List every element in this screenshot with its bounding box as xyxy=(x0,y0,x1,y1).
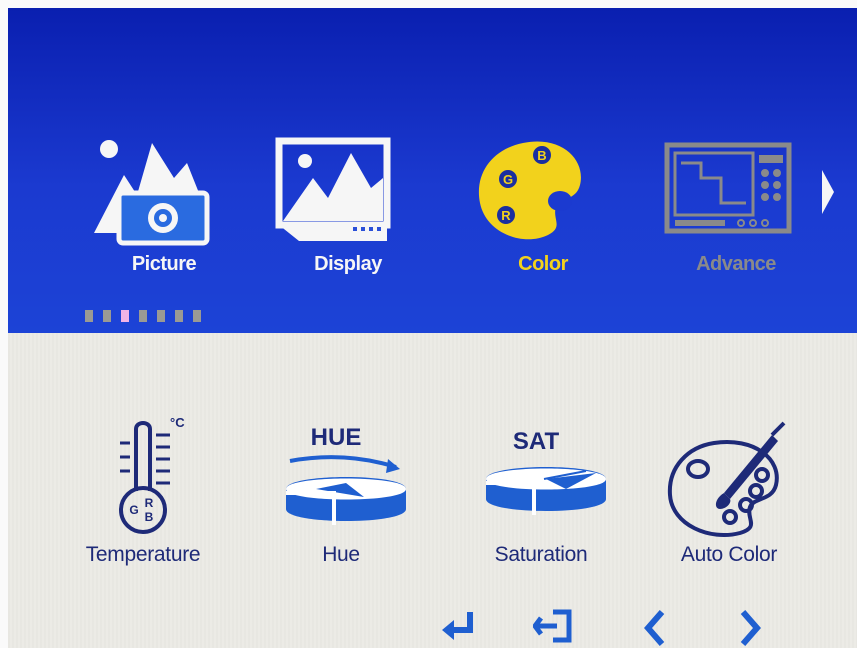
color-palette-icon: B G R xyxy=(478,141,581,240)
item-label-hue: Hue xyxy=(322,543,360,566)
tab-label-advance: Advance xyxy=(696,253,776,275)
item-label-auto-color: Auto Color xyxy=(680,543,778,566)
main-menu-bar: Picture Display B G R Color Advance xyxy=(8,8,857,333)
page-dot xyxy=(139,310,147,322)
next-page-arrow-icon[interactable] xyxy=(820,168,836,216)
palette-letter-b: B xyxy=(537,148,546,163)
chevron-left-icon[interactable] xyxy=(640,608,670,648)
auto-color-palette-icon xyxy=(667,421,786,538)
enter-icon[interactable] xyxy=(440,608,480,644)
color-item-saturation[interactable]: SAT Saturation xyxy=(456,413,626,583)
thermometer-icon: °C G R B xyxy=(119,415,185,534)
color-item-hue[interactable]: HUE Hue xyxy=(256,413,426,583)
palette-letter-r: R xyxy=(501,208,511,223)
tab-color[interactable]: B G R Color xyxy=(468,123,618,283)
page-dot xyxy=(103,310,111,322)
page-dot xyxy=(157,310,165,322)
temperature-badge-g: G xyxy=(129,503,138,517)
hue-icon: HUE xyxy=(286,424,406,525)
tab-display[interactable]: Display xyxy=(273,123,423,283)
exit-icon[interactable] xyxy=(533,608,573,644)
color-item-temperature[interactable]: °C G R B Temperature xyxy=(58,413,228,583)
temperature-unit: °C xyxy=(170,415,185,430)
color-item-auto-color[interactable]: Auto Color xyxy=(644,413,814,583)
page-dot xyxy=(175,310,183,322)
picture-icon xyxy=(94,140,210,246)
item-label-temperature: Temperature xyxy=(85,543,201,566)
temperature-badge-b: B xyxy=(145,510,154,524)
chevron-right-icon[interactable] xyxy=(735,608,765,648)
page-dot xyxy=(193,310,201,322)
page-dot-current xyxy=(121,310,129,322)
item-label-saturation: Saturation xyxy=(494,543,588,566)
hue-caption: HUE xyxy=(311,424,362,451)
tab-label-picture: Picture xyxy=(131,253,197,275)
tab-label-display: Display xyxy=(314,253,382,275)
tab-advance[interactable]: Advance xyxy=(661,123,811,283)
advance-icon xyxy=(664,142,792,234)
temperature-badge-r: R xyxy=(145,496,154,510)
page-dot xyxy=(85,310,93,322)
osd-menu: Picture Display B G R Color Advance °C G… xyxy=(8,8,857,648)
tab-label-color: Color xyxy=(518,253,568,275)
palette-letter-g: G xyxy=(503,172,513,187)
tab-picture[interactable]: Picture xyxy=(89,123,239,283)
saturation-caption: SAT xyxy=(513,428,560,455)
display-icon xyxy=(275,137,391,241)
saturation-icon: SAT xyxy=(486,428,606,515)
